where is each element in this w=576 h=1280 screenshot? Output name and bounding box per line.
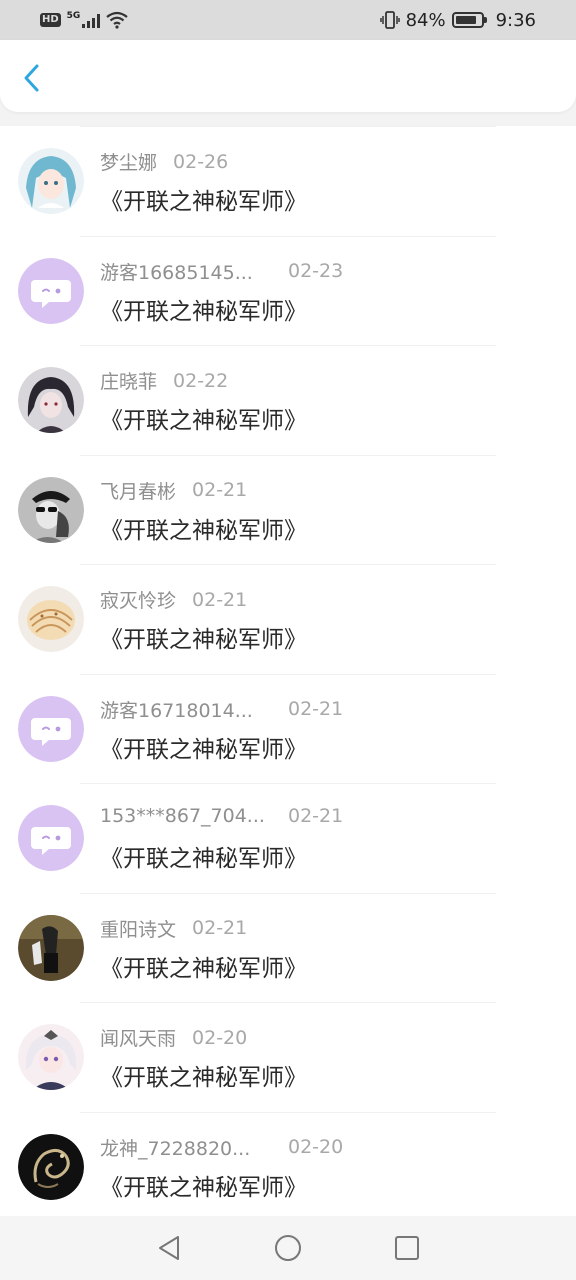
- read-date: 02-20: [192, 1026, 248, 1049]
- book-title[interactable]: 《开联之神秘军师》: [100, 1058, 307, 1092]
- back-triangle-icon: [159, 1236, 180, 1260]
- reader-meta: 龙神_7228820... 02-20: [100, 1134, 343, 1161]
- nav-recent-button[interactable]: [387, 1228, 427, 1268]
- status-right: 84% 9:36: [379, 9, 536, 31]
- back-button[interactable]: [14, 60, 50, 96]
- avatar[interactable]: [18, 805, 84, 871]
- reader-name[interactable]: 153***867_704...: [100, 805, 272, 827]
- battery-level: [455, 16, 476, 24]
- avatar[interactable]: [18, 1024, 84, 1090]
- reader-meta: 飞月春彬 02-21: [100, 477, 247, 504]
- reader-row[interactable]: 飞月春彬 02-21 《开联之神秘军师》: [0, 454, 576, 565]
- reader-row[interactable]: 游客16685145... 02-23 《开联之神秘军师》: [0, 235, 576, 346]
- battery-percent: 84%: [405, 9, 446, 31]
- clock: 9:36: [495, 9, 536, 31]
- reader-meta: 游客16685145... 02-23: [100, 258, 343, 285]
- book-title[interactable]: 《开联之神秘军师》: [100, 511, 307, 545]
- reader-name[interactable]: 闻风天雨: [100, 1024, 176, 1051]
- vibrate-icon: [379, 11, 400, 29]
- reader-name[interactable]: 重阳诗文: [100, 915, 176, 942]
- book-title[interactable]: 《开联之神秘军师》: [100, 292, 307, 326]
- reader-row[interactable]: 龙神_7228820... 02-20 《开联之神秘军师》: [0, 1111, 576, 1217]
- reader-row[interactable]: 游客16718014... 02-21 《开联之神秘军师》: [0, 673, 576, 784]
- avatar[interactable]: [18, 148, 84, 214]
- reader-list: 梦尘娜 02-26 《开联之神秘军师》 游客16685145... 02-23 《开联之…: [0, 126, 576, 1216]
- nav-home-button[interactable]: [268, 1228, 308, 1268]
- read-date: 02-21: [288, 805, 344, 827]
- wifi-icon: [106, 11, 129, 29]
- book-title[interactable]: 《开联之神秘军师》: [100, 1168, 307, 1202]
- book-title[interactable]: 《开联之神秘军师》: [100, 949, 307, 983]
- reader-meta: 游客16718014... 02-21: [100, 696, 343, 723]
- nav-back-button[interactable]: [149, 1228, 189, 1268]
- avatar[interactable]: [18, 367, 84, 433]
- avatar[interactable]: [18, 257, 84, 324]
- app-header: [0, 40, 576, 112]
- network-label: 5G: [66, 11, 81, 21]
- book-title[interactable]: 《开联之神秘军师》: [100, 839, 307, 873]
- read-date: 02-21: [288, 698, 344, 720]
- read-date: 02-22: [173, 369, 229, 392]
- book-title[interactable]: 《开联之神秘军师》: [100, 620, 307, 654]
- avatar[interactable]: [18, 1133, 84, 1200]
- reader-name[interactable]: 游客16685145...: [100, 258, 272, 285]
- reader-row[interactable]: 153***867_704... 02-21 《开联之神秘军师》: [0, 783, 576, 893]
- read-date: 02-21: [192, 479, 248, 501]
- system-nav-bar: [0, 1216, 576, 1280]
- reader-name[interactable]: 飞月春彬: [100, 477, 176, 504]
- read-date: 02-26: [173, 150, 229, 173]
- reader-row[interactable]: 闻风天雨 02-20 《开联之神秘军师》: [0, 1002, 576, 1112]
- read-date: 02-23: [288, 260, 344, 282]
- avatar[interactable]: [18, 476, 84, 543]
- status-left: HD 5G: [40, 11, 129, 29]
- reader-name[interactable]: 游客16718014...: [100, 696, 272, 723]
- reader-meta: 重阳诗文 02-21: [100, 915, 247, 942]
- battery-icon: [451, 12, 487, 28]
- book-title[interactable]: 《开联之神秘军师》: [100, 182, 307, 216]
- chevron-left-icon: [24, 64, 39, 92]
- reader-row[interactable]: 庄晓菲 02-22 《开联之神秘军师》: [0, 345, 576, 455]
- reader-row[interactable]: 重阳诗文 02-21 《开联之神秘军师》: [0, 892, 576, 1003]
- reader-meta: 寂灭怜珍 02-21: [100, 586, 247, 613]
- avatar[interactable]: [18, 586, 84, 652]
- read-date: 02-21: [192, 917, 248, 939]
- reader-row[interactable]: 梦尘娜 02-26 《开联之神秘军师》: [0, 126, 576, 236]
- recent-square-icon: [394, 1236, 419, 1260]
- book-title[interactable]: 《开联之神秘军师》: [100, 730, 307, 764]
- reader-name[interactable]: 庄晓菲: [100, 367, 157, 394]
- reader-name[interactable]: 龙神_7228820...: [100, 1134, 272, 1161]
- reader-row[interactable]: 寂灭怜珍 02-21 《开联之神秘军师》: [0, 564, 576, 674]
- reader-meta: 闻风天雨 02-20: [100, 1024, 247, 1051]
- reader-meta: 梦尘娜 02-26: [100, 148, 228, 175]
- avatar[interactable]: [18, 695, 84, 762]
- hd-icon: HD: [40, 13, 61, 27]
- home-circle-icon: [274, 1235, 301, 1261]
- reader-meta: 庄晓菲 02-22: [100, 367, 228, 394]
- reader-name[interactable]: 寂灭怜珍: [100, 586, 176, 613]
- reader-name[interactable]: 梦尘娜: [100, 148, 157, 175]
- read-date: 02-21: [192, 588, 248, 611]
- signal-icon: [82, 12, 101, 28]
- book-title[interactable]: 《开联之神秘军师》: [100, 401, 307, 435]
- status-bar: HD 5G 84% 9:36: [0, 0, 576, 40]
- reader-meta: 153***867_704... 02-21: [100, 805, 343, 827]
- avatar[interactable]: [18, 914, 84, 981]
- read-date: 02-20: [288, 1136, 344, 1158]
